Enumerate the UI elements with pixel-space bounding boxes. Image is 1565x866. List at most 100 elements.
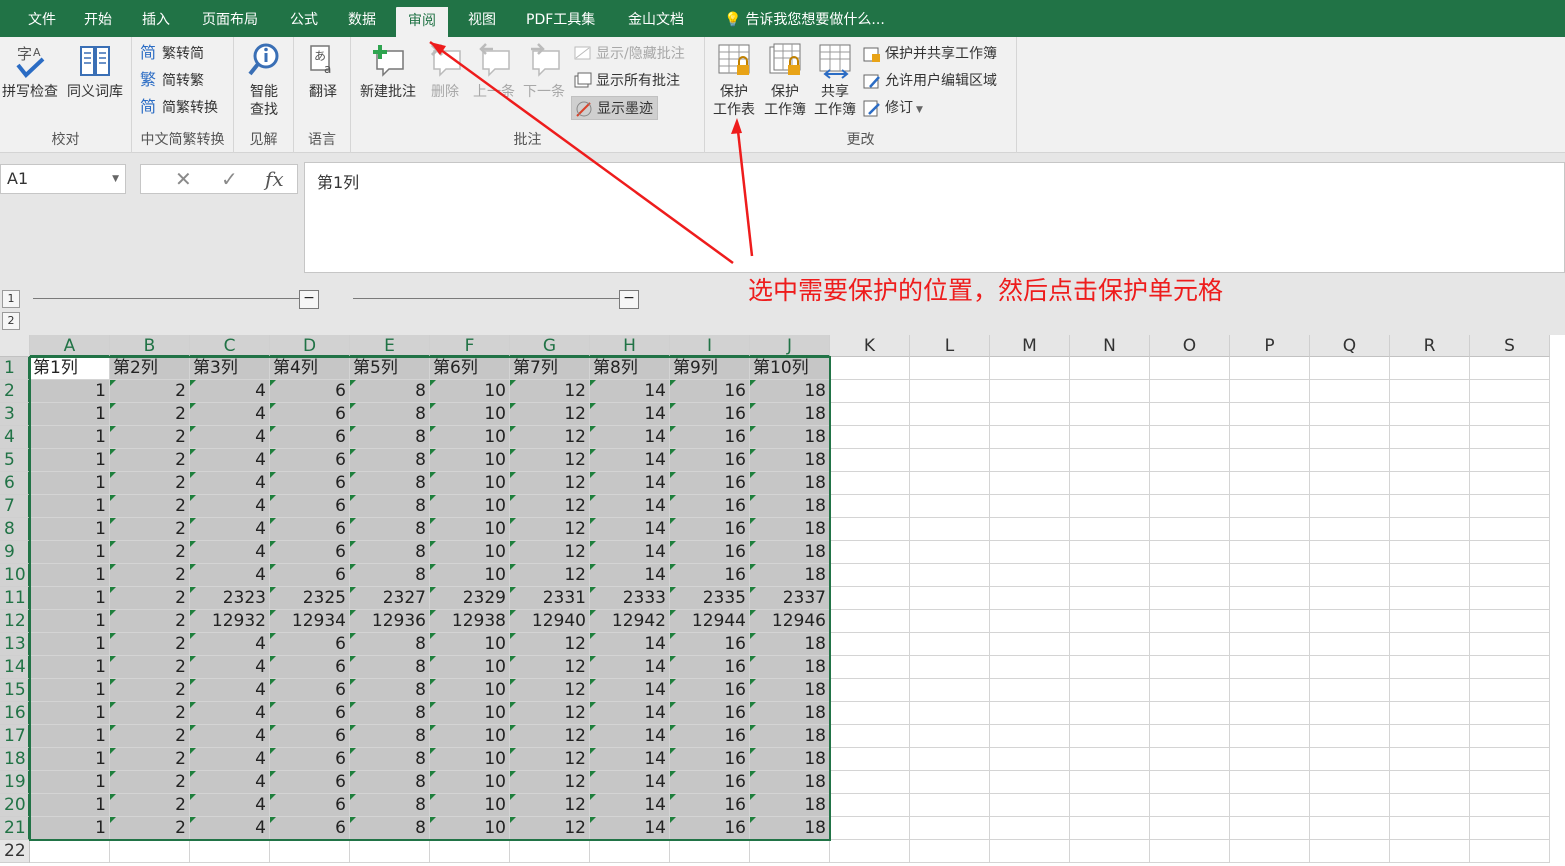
cell[interactable] xyxy=(1470,702,1550,725)
column-header[interactable]: E xyxy=(350,335,430,357)
cell[interactable] xyxy=(1310,794,1390,817)
cell[interactable] xyxy=(1150,794,1230,817)
cell[interactable]: 14 xyxy=(590,771,670,794)
cell[interactable]: 16 xyxy=(670,426,750,449)
cell[interactable]: 8 xyxy=(350,771,430,794)
cell[interactable] xyxy=(910,748,990,771)
cell[interactable] xyxy=(1070,495,1150,518)
cell[interactable]: 12940 xyxy=(510,610,590,633)
cell[interactable]: 2331 xyxy=(510,587,590,610)
cell[interactable] xyxy=(1150,403,1230,426)
cell[interactable] xyxy=(1470,380,1550,403)
cell[interactable]: 14 xyxy=(590,380,670,403)
cell[interactable] xyxy=(1390,518,1470,541)
cell[interactable]: 8 xyxy=(350,725,430,748)
cell[interactable]: 12 xyxy=(510,725,590,748)
cell[interactable]: 14 xyxy=(590,518,670,541)
row-header[interactable]: 20 xyxy=(0,794,30,817)
cell[interactable] xyxy=(830,587,910,610)
cell[interactable] xyxy=(830,426,910,449)
cell[interactable] xyxy=(1310,840,1390,863)
cell[interactable]: 1 xyxy=(30,794,110,817)
next-comment-button[interactable]: 下一条 xyxy=(519,43,569,101)
protect-sheet-button[interactable]: 保护 工作表 xyxy=(709,43,759,119)
cell[interactable] xyxy=(830,817,910,840)
cell[interactable] xyxy=(1310,403,1390,426)
cell[interactable] xyxy=(1390,541,1470,564)
cell[interactable]: 18 xyxy=(750,495,830,518)
chevron-down-icon[interactable]: ▼ xyxy=(112,165,119,193)
cell[interactable]: 14 xyxy=(590,748,670,771)
cell[interactable]: 10 xyxy=(430,633,510,656)
cell[interactable] xyxy=(830,495,910,518)
cell[interactable] xyxy=(1150,840,1230,863)
cell[interactable]: 18 xyxy=(750,449,830,472)
previous-comment-button[interactable]: 上一条 xyxy=(469,43,519,101)
cell[interactable] xyxy=(990,518,1070,541)
cell[interactable]: 16 xyxy=(670,748,750,771)
cell[interactable] xyxy=(990,702,1070,725)
cell[interactable] xyxy=(910,357,990,380)
cell[interactable]: 12 xyxy=(510,449,590,472)
cell[interactable] xyxy=(1390,380,1470,403)
cell[interactable]: 6 xyxy=(270,656,350,679)
row-header[interactable]: 6 xyxy=(0,472,30,495)
cell[interactable] xyxy=(1070,794,1150,817)
cell[interactable] xyxy=(1390,610,1470,633)
cell[interactable] xyxy=(990,656,1070,679)
cell[interactable]: 14 xyxy=(590,564,670,587)
cell[interactable] xyxy=(430,840,510,863)
cell[interactable]: 8 xyxy=(350,794,430,817)
column-header[interactable]: M xyxy=(990,335,1070,357)
cell[interactable] xyxy=(1070,541,1150,564)
cell[interactable]: 8 xyxy=(350,564,430,587)
protect-and-share-button[interactable]: 保护并共享工作簿 xyxy=(863,42,997,66)
cell[interactable] xyxy=(1230,403,1310,426)
cell[interactable] xyxy=(830,748,910,771)
cell[interactable]: 14 xyxy=(590,495,670,518)
cell[interactable]: 1 xyxy=(30,679,110,702)
cell[interactable] xyxy=(910,495,990,518)
cell[interactable]: 12 xyxy=(510,426,590,449)
cell[interactable] xyxy=(1470,656,1550,679)
cell[interactable] xyxy=(1470,495,1550,518)
convert-button[interactable]: 简简繁转换 xyxy=(140,96,218,120)
translate-button[interactable]: あa 翻译 xyxy=(298,43,348,101)
cell[interactable] xyxy=(1150,495,1230,518)
cell[interactable]: 1 xyxy=(30,495,110,518)
cell[interactable]: 1 xyxy=(30,380,110,403)
cell[interactable] xyxy=(990,449,1070,472)
tab-0[interactable]: 文件 xyxy=(16,0,68,37)
cell[interactable]: 18 xyxy=(750,472,830,495)
cell[interactable] xyxy=(1070,771,1150,794)
cell[interactable]: 6 xyxy=(270,426,350,449)
cell[interactable] xyxy=(990,472,1070,495)
cell[interactable]: 12938 xyxy=(430,610,510,633)
cell[interactable] xyxy=(1390,426,1470,449)
cell[interactable]: 14 xyxy=(590,449,670,472)
cell[interactable]: 12 xyxy=(510,794,590,817)
cell[interactable]: 4 xyxy=(190,656,270,679)
cell[interactable] xyxy=(1310,702,1390,725)
tab-7[interactable]: 视图 xyxy=(456,0,508,37)
cell[interactable]: 6 xyxy=(270,817,350,840)
cell[interactable] xyxy=(510,840,590,863)
cell[interactable]: 2 xyxy=(110,495,190,518)
tell-me-search[interactable]: 💡 告诉我您想要做什么... xyxy=(712,0,897,37)
trad-to-simp-button[interactable]: 简繁转简 xyxy=(140,42,204,66)
cell[interactable]: 4 xyxy=(190,679,270,702)
cell[interactable] xyxy=(990,725,1070,748)
row-header[interactable]: 17 xyxy=(0,725,30,748)
cell[interactable] xyxy=(1470,725,1550,748)
cell[interactable]: 1 xyxy=(30,771,110,794)
cell[interactable]: 18 xyxy=(750,633,830,656)
cell[interactable] xyxy=(1390,472,1470,495)
row-header[interactable]: 1 xyxy=(0,357,30,380)
cell[interactable] xyxy=(1310,380,1390,403)
cell[interactable] xyxy=(1230,449,1310,472)
cell[interactable]: 10 xyxy=(430,564,510,587)
cell[interactable] xyxy=(1310,587,1390,610)
cell[interactable]: 12932 xyxy=(190,610,270,633)
cell[interactable]: 16 xyxy=(670,380,750,403)
tab-5[interactable]: 数据 xyxy=(336,0,388,37)
